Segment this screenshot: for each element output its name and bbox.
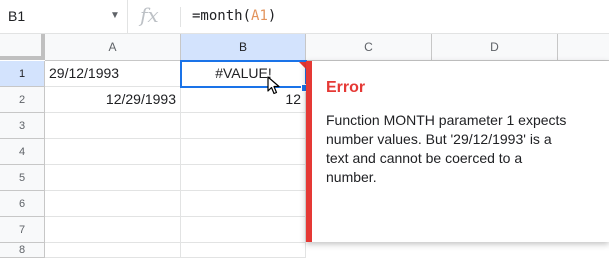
cell-b3[interactable] — [181, 113, 306, 139]
cell-a5[interactable] — [45, 165, 181, 191]
error-tooltip: Error Function MONTH parameter 1 expects… — [306, 61, 609, 242]
cell-b8[interactable] — [181, 243, 306, 258]
name-box-value: B1 — [8, 8, 26, 24]
formula-bar: B1 ▼ fx =month(A1) — [0, 0, 609, 34]
cell-a2[interactable]: 12/29/1993 — [45, 87, 181, 113]
column-header-b[interactable]: B — [181, 34, 306, 61]
fx-icon: fx — [140, 3, 159, 27]
cell-b1[interactable]: #VALUE! — [180, 60, 307, 88]
column-header-d[interactable]: D — [432, 34, 558, 61]
column-header-e[interactable] — [558, 34, 609, 61]
row-header-6[interactable]: 6 — [0, 191, 45, 217]
chevron-down-icon[interactable]: ▼ — [110, 10, 120, 21]
cell-b4[interactable] — [181, 139, 306, 165]
formula-cell-reference: A1 — [251, 8, 268, 24]
cell-a6[interactable] — [45, 191, 181, 217]
formula-suffix: ) — [267, 8, 277, 24]
row-header-1[interactable]: 1 — [0, 61, 45, 87]
row-header-2[interactable]: 2 — [0, 87, 45, 113]
cell-a4[interactable] — [45, 139, 181, 165]
row-header-5[interactable]: 5 — [0, 165, 45, 191]
select-all-corner[interactable] — [0, 34, 45, 60]
formula-prefix: =month( — [192, 8, 252, 24]
column-header-c[interactable]: C — [306, 34, 432, 61]
row-header-4[interactable]: 4 — [0, 139, 45, 165]
cell-b2[interactable]: 12 — [181, 87, 306, 113]
name-box[interactable]: B1 ▼ — [0, 0, 128, 33]
mouse-pointer-icon — [267, 76, 280, 95]
cell-b6[interactable] — [181, 191, 306, 217]
cell-b7[interactable] — [181, 217, 306, 243]
formula-divider — [180, 7, 181, 27]
error-indicator-icon[interactable] — [299, 62, 306, 69]
row-header-3[interactable]: 3 — [0, 113, 45, 139]
formula-input[interactable]: =month(A1) — [192, 8, 276, 24]
cell-a7[interactable] — [45, 217, 181, 243]
cell-a3[interactable] — [45, 113, 181, 139]
cell-a1[interactable]: 29/12/1993 — [45, 61, 181, 87]
error-title: Error — [326, 79, 366, 96]
row-header-7[interactable]: 7 — [0, 217, 45, 243]
error-message: Function MONTH parameter 1 expects numbe… — [326, 112, 567, 185]
cell-a8[interactable] — [45, 243, 181, 258]
cell-b5[interactable] — [181, 165, 306, 191]
row-header-8[interactable]: 8 — [0, 243, 45, 258]
column-header-a[interactable]: A — [45, 34, 181, 61]
